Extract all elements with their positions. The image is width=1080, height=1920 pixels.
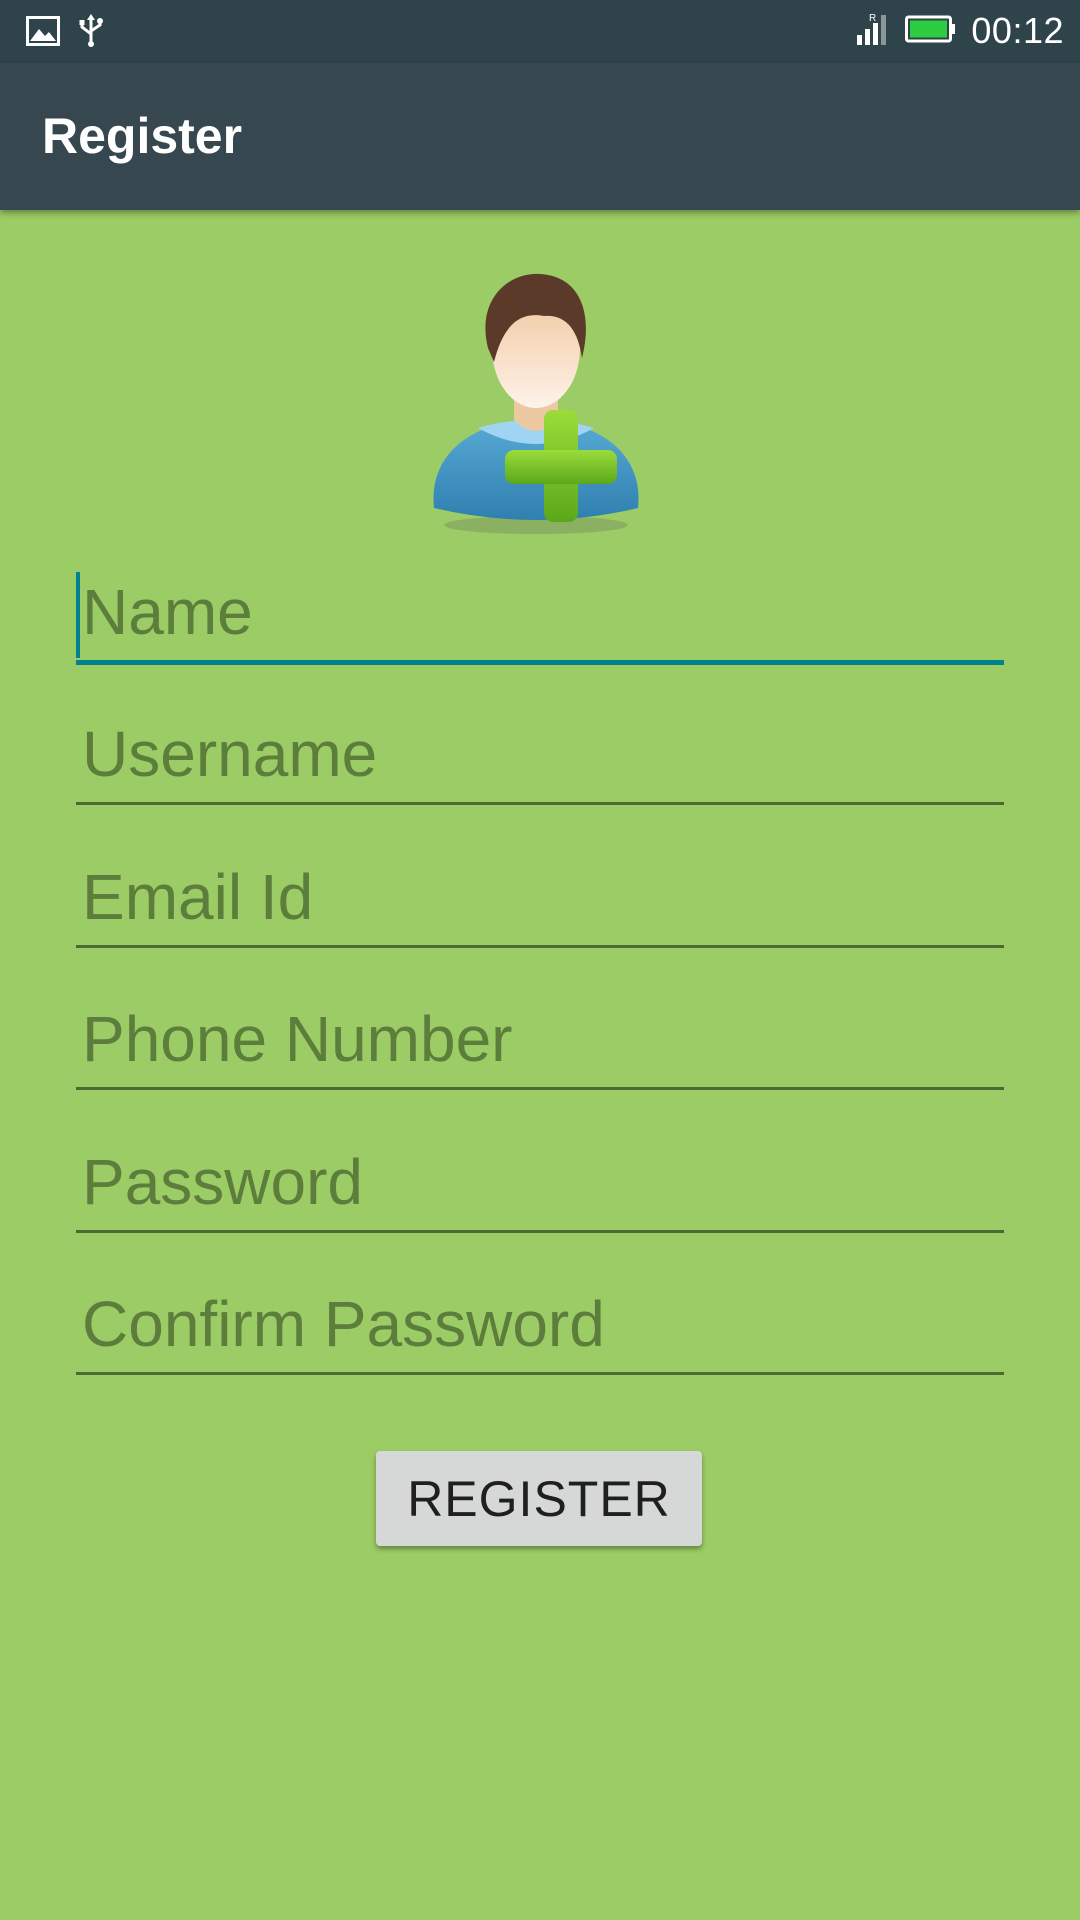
email-input[interactable] <box>82 857 982 937</box>
confirm-password-field[interactable] <box>76 1272 1004 1375</box>
app-bar: Register <box>0 63 1080 210</box>
page-title: Register <box>42 108 243 164</box>
password-input[interactable] <box>82 1142 982 1222</box>
text-cursor <box>76 572 80 658</box>
signal-label: R <box>869 13 876 24</box>
phone-input[interactable] <box>82 999 982 1079</box>
battery-icon <box>905 14 957 49</box>
image-icon <box>26 16 60 51</box>
name-field[interactable] <box>76 560 1004 665</box>
register-button[interactable]: REGISTER <box>376 1451 702 1546</box>
phone-field[interactable] <box>76 987 1004 1090</box>
username-field[interactable] <box>76 702 1004 805</box>
name-input[interactable] <box>82 572 982 652</box>
signal-icon: R <box>855 11 891 52</box>
email-field[interactable] <box>76 845 1004 948</box>
password-field[interactable] <box>76 1130 1004 1233</box>
usb-icon <box>78 14 104 53</box>
username-input[interactable] <box>82 714 982 794</box>
confirm-password-input[interactable] <box>82 1284 982 1364</box>
status-bar: R 00:12 <box>0 0 1080 63</box>
add-user-icon <box>418 270 668 540</box>
status-time: 00:12 <box>971 10 1064 51</box>
